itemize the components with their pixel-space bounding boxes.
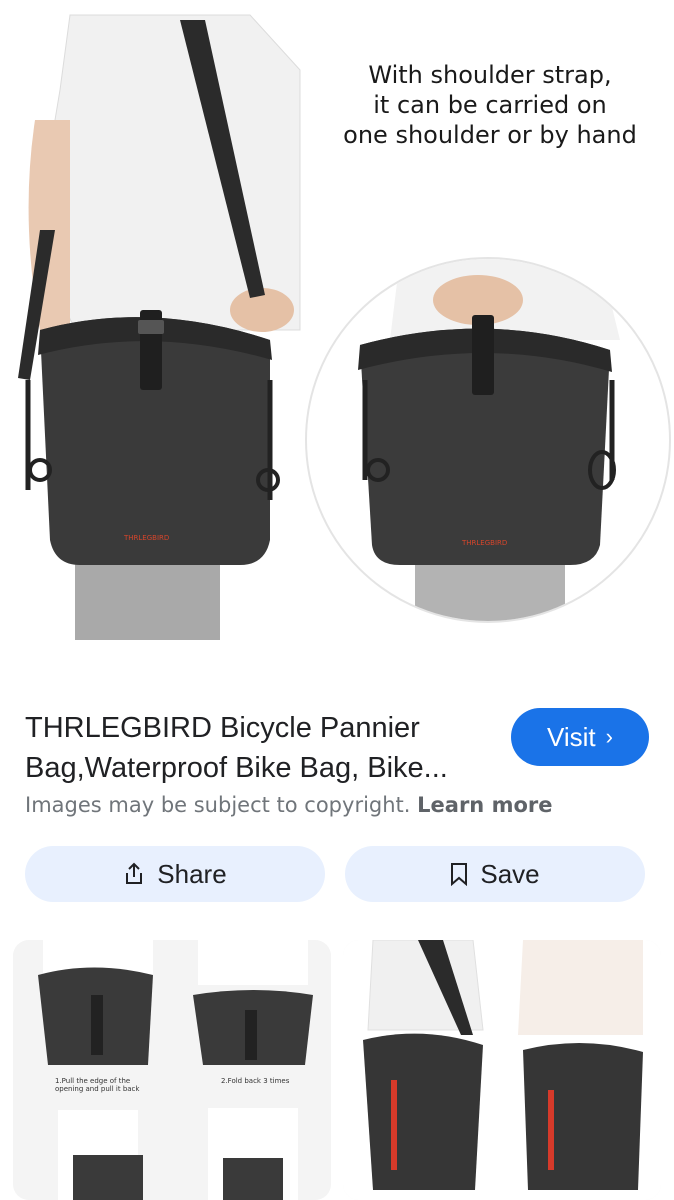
share-label: Share — [157, 858, 227, 889]
share-button[interactable]: Share — [25, 846, 325, 902]
save-button[interactable]: Save — [345, 846, 645, 902]
chevron-right-icon: › — [605, 724, 613, 749]
caption-line: it can be carried on — [373, 91, 607, 119]
result-title[interactable]: THRLEGBIRD Bicycle Pannier Bag,Waterproo… — [25, 708, 495, 788]
bookmark-icon — [451, 863, 468, 886]
save-label: Save — [480, 858, 540, 889]
title-line-2: Bag,Waterproof Bike Bag, Bike... — [25, 752, 448, 784]
caption-line: one shoulder or by hand — [343, 121, 637, 149]
copyright-text: Images may be subject to copyright. — [25, 793, 411, 817]
step-caption-1: 1.Pull the edge of the opening and pull … — [55, 1077, 140, 1093]
title-line-1: THRLEGBIRD Bicycle Pannier — [25, 712, 420, 744]
visit-label: Visit — [547, 721, 596, 752]
copyright-notice: Images may be subject to copyright. Lear… — [25, 793, 552, 817]
related-image-2[interactable] — [343, 940, 661, 1200]
learn-more-link[interactable]: Learn more — [417, 793, 552, 817]
visit-button[interactable]: Visit › — [511, 708, 649, 766]
svg-text:THRLEGBIRD: THRLEGBIRD — [461, 539, 507, 547]
related-photo-1 — [13, 940, 331, 1200]
product-image[interactable]: THRLEGBIRD THRLEGBIRD With shoulder stra… — [0, 0, 674, 660]
share-icon — [126, 862, 143, 884]
related-image-1[interactable]: 1.Pull the edge of the opening and pull … — [13, 940, 331, 1200]
related-photo-2 — [343, 940, 661, 1200]
image-caption: With shoulder strap, it can be carried o… — [340, 60, 640, 150]
svg-text:THRLEGBIRD: THRLEGBIRD — [123, 534, 169, 542]
step-caption-2: 2.Fold back 3 times — [221, 1077, 290, 1085]
caption-line: With shoulder strap, — [368, 61, 612, 89]
